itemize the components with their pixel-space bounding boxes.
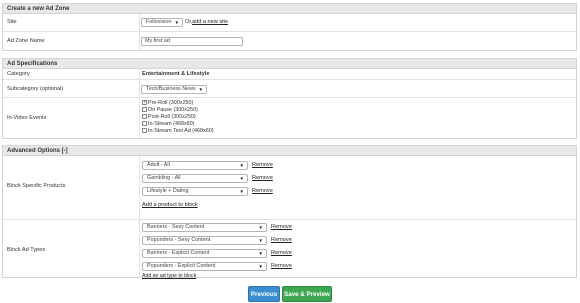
site-label: Site	[7, 19, 17, 25]
subcategory-row: Subcategory (optional) Tech/Business New…	[3, 80, 576, 98]
event-checkbox-post-roll[interactable]	[142, 114, 147, 119]
zone-name-row: Ad Zone Name My first ad	[3, 32, 576, 51]
block-products-cell	[139, 156, 140, 219]
subcategory-label: Subcategory (optional)	[7, 86, 64, 92]
advanced-options-header[interactable]: Advanced Options [-]	[3, 146, 576, 156]
event-checkbox-pre-roll[interactable]	[142, 99, 147, 105]
remove-ad-type-link[interactable]: Remove	[271, 237, 292, 243]
site-select-value: Foliovision	[146, 19, 172, 25]
zone-name-value-cell	[139, 32, 140, 51]
site-value-cell	[139, 14, 140, 31]
chevron-down-icon: ▼	[258, 225, 263, 230]
add-new-site-link[interactable]: add a new site	[192, 19, 228, 25]
event-checkbox-in-stream-text[interactable]	[142, 128, 147, 133]
chevron-down-icon: ▼	[258, 264, 263, 269]
previous-button[interactable]: Previous	[248, 286, 280, 302]
chevron-down-icon: ▼	[198, 87, 203, 92]
blocked-product-select[interactable]: Adult - All ▼	[142, 161, 248, 170]
block-ad-types-label: Block Ad Types	[7, 247, 46, 253]
event-label-in-stream: In-Stream (468x60)	[148, 121, 195, 127]
remove-product-link[interactable]: Remove	[252, 188, 273, 194]
remove-ad-type-link[interactable]: Remove	[271, 224, 292, 230]
subcategory-select[interactable]: Tech/Business News ▼	[141, 85, 207, 94]
event-label-on-pause: On Pause (300x250)	[148, 107, 198, 113]
block-products-row: Block Specific Products Adult - All ▼ Re…	[3, 156, 576, 220]
blocked-product-select[interactable]: Gambling - All ▼	[142, 174, 248, 183]
site-row: Site Foliovision ▼ Or, add a new site	[3, 14, 576, 32]
in-video-events-row: In-Video Events Pre-Roll (300x250) On Pa…	[3, 98, 576, 138]
category-row: Category Entertainment & Lifestyle	[3, 69, 576, 80]
blocked-product-value: Lifestyle + Dating	[147, 188, 189, 194]
subcategory-value-cell	[139, 80, 140, 97]
chevron-down-icon: ▼	[239, 163, 244, 168]
save-preview-button[interactable]: Save & Preview	[282, 286, 332, 302]
ad-specifications-section: Ad Specifications Category Entertainment…	[2, 58, 577, 139]
blocked-product-value: Adult - All	[147, 162, 170, 168]
block-ad-types-cell	[139, 220, 140, 278]
event-label-in-stream-text: In-Stream Text Ad (468x60)	[148, 128, 214, 134]
block-ad-types-row: Block Ad Types Banners - Sexy Content ▼ …	[3, 220, 576, 279]
remove-ad-type-link[interactable]: Remove	[271, 263, 292, 269]
blocked-ad-type-value: Banners - Sexy Content	[147, 224, 205, 230]
in-video-events-label: In-Video Events	[7, 115, 47, 121]
ad-specifications-header: Ad Specifications	[3, 59, 576, 69]
blocked-ad-type-value: Popunders - Sexy Content	[147, 237, 211, 243]
event-checkbox-in-stream[interactable]	[142, 121, 147, 126]
remove-product-link[interactable]: Remove	[252, 162, 273, 168]
blocked-ad-type-value: Banners - Explicit Content	[147, 250, 210, 256]
chevron-down-icon: ▼	[174, 20, 179, 25]
create-ad-zone-header: Create a new Ad Zone	[3, 4, 576, 14]
in-video-events-cell	[139, 98, 140, 138]
zone-name-label: Ad Zone Name	[7, 38, 45, 44]
advanced-options-section: Advanced Options [-] Block Specific Prod…	[2, 145, 577, 279]
remove-ad-type-link[interactable]: Remove	[271, 250, 292, 256]
category-value: Entertainment & Lifestyle	[142, 71, 210, 77]
event-label-pre-roll: Pre-Roll (300x250)	[148, 100, 194, 106]
blocked-ad-type-select[interactable]: Popunders - Sexy Content ▼	[142, 236, 267, 245]
blocked-ad-type-select[interactable]: Banners - Explicit Content ▼	[142, 249, 267, 258]
zone-name-input-value: My first ad	[145, 38, 170, 44]
site-select[interactable]: Foliovision ▼	[141, 18, 183, 27]
remove-product-link[interactable]: Remove	[252, 175, 273, 181]
category-value-cell	[139, 69, 140, 79]
zone-name-input[interactable]: My first ad	[141, 37, 243, 46]
blocked-ad-type-value: Popunders - Explicit Content	[147, 263, 216, 269]
blocked-ad-type-select[interactable]: Popunders - Explicit Content ▼	[142, 262, 267, 271]
subcategory-select-value: Tech/Business News	[146, 86, 196, 92]
event-checkbox-on-pause[interactable]	[142, 107, 147, 112]
chevron-down-icon: ▼	[239, 176, 244, 181]
event-label-post-roll: Post-Roll (300x250)	[148, 114, 196, 120]
chevron-down-icon: ▼	[258, 251, 263, 256]
add-ad-type-to-block-link[interactable]: Add an ad type to block	[142, 273, 196, 279]
chevron-down-icon: ▼	[239, 189, 244, 194]
add-product-to-block-link[interactable]: Add a product to block	[142, 202, 198, 208]
block-products-label: Block Specific Products	[7, 183, 66, 189]
category-label: Category	[7, 71, 30, 77]
blocked-product-value: Gambling - All	[147, 175, 181, 181]
create-ad-zone-section: Create a new Ad Zone Site Foliovision ▼ …	[2, 3, 577, 51]
chevron-down-icon: ▼	[258, 238, 263, 243]
blocked-ad-type-select[interactable]: Banners - Sexy Content ▼	[142, 223, 267, 232]
blocked-product-select[interactable]: Lifestyle + Dating ▼	[142, 187, 248, 196]
